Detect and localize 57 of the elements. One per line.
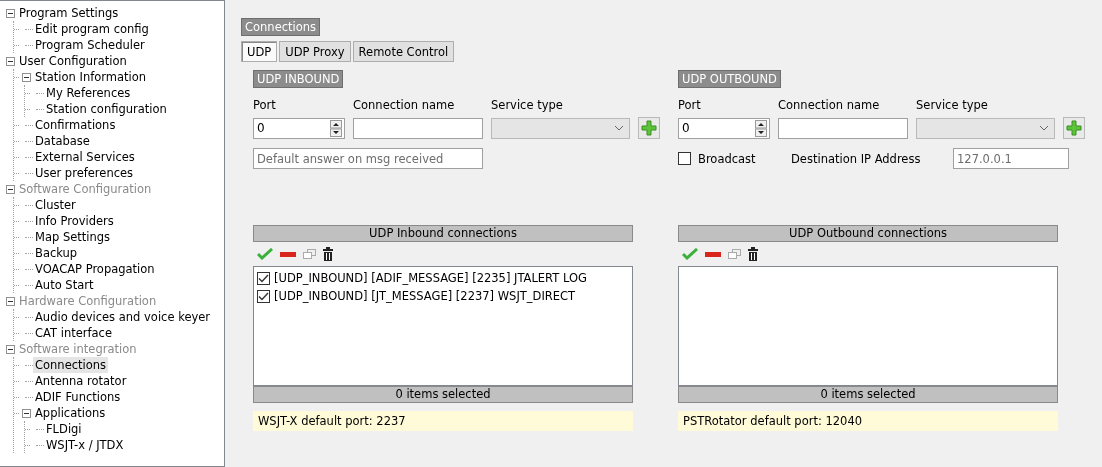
- tree-item[interactable]: Confirmations: [33, 117, 118, 133]
- tree-item[interactable]: Program Settings: [17, 5, 121, 21]
- tree-item[interactable]: Edit program config: [33, 21, 151, 37]
- tab[interactable]: Remote Control: [352, 41, 455, 62]
- hint-note: PSTRotator default port: 12040: [678, 411, 1058, 431]
- connection-name-field[interactable]: [778, 117, 908, 139]
- field-label: Service type: [916, 98, 989, 112]
- trash-icon[interactable]: [748, 247, 758, 261]
- checkbox[interactable]: [257, 271, 270, 285]
- tree-item[interactable]: External Services: [33, 149, 137, 165]
- field-label: Connection name: [778, 98, 881, 112]
- spin-arrows-icon[interactable]: [755, 119, 767, 137]
- answer-field[interactable]: Default answer on msg received: [253, 148, 483, 169]
- expander-icon[interactable]: [6, 56, 15, 66]
- tree-item[interactable]: User preferences: [33, 165, 136, 181]
- minus-icon[interactable]: [705, 251, 721, 257]
- panel-title: Connections: [241, 18, 321, 36]
- tree-item[interactable]: User Configuration: [17, 53, 129, 69]
- tree-item[interactable]: Station Information: [33, 69, 149, 85]
- section-label: UDP OUTBOUND: [678, 70, 781, 88]
- list-item[interactable]: [UDP_INBOUND] [ADIF_MESSAGE] [2235] JTALERT LOG: [274, 271, 587, 285]
- tab[interactable]: UDP: [241, 41, 278, 62]
- expander-icon[interactable]: [22, 72, 31, 82]
- tree-item[interactable]: Program Scheduler: [33, 37, 147, 53]
- selection-status: 0 items selected: [253, 386, 633, 403]
- chevron-down-icon: [1040, 125, 1048, 131]
- port-spinbox[interactable]: 0: [253, 117, 345, 139]
- tree-item[interactable]: My References: [44, 85, 133, 101]
- plus-icon: [641, 120, 657, 136]
- trash-icon[interactable]: [323, 247, 333, 261]
- checkbox[interactable]: [678, 152, 691, 165]
- connection-name-field[interactable]: [353, 117, 483, 139]
- field-label: Port: [678, 98, 702, 112]
- port-spinbox[interactable]: 0: [678, 117, 770, 139]
- hint-note: WSJT-X default port: 2237: [253, 411, 633, 431]
- minus-icon[interactable]: [280, 251, 296, 257]
- checkbox[interactable]: [257, 289, 270, 303]
- expander-icon[interactable]: [6, 8, 15, 18]
- field-label: Connection name: [353, 98, 456, 112]
- check-icon[interactable]: [257, 248, 273, 260]
- section-label: UDP INBOUND: [253, 70, 344, 88]
- list-header: UDP Outbound connections: [678, 225, 1058, 242]
- field-label: Service type: [491, 98, 564, 112]
- field-label: Destination IP Address: [791, 151, 922, 166]
- tree-item[interactable]: Database: [33, 133, 92, 149]
- plus-icon: [1066, 120, 1082, 136]
- tree-item[interactable]: Station configuration: [44, 101, 169, 117]
- check-icon[interactable]: [682, 248, 698, 260]
- ip-address-field[interactable]: 127.0.0.1: [953, 148, 1069, 169]
- spin-arrows-icon[interactable]: [330, 119, 342, 137]
- selection-status: 0 items selected: [678, 386, 1058, 403]
- list-header: UDP Inbound connections: [253, 225, 633, 242]
- checkbox-label: Broadcast: [698, 151, 757, 166]
- list-item[interactable]: [UDP_INBOUND] [JT_MESSAGE] [2237] WSJT_DIRECT: [274, 289, 576, 303]
- field-label: Port: [253, 98, 277, 112]
- chevron-down-icon: [615, 125, 623, 131]
- tab[interactable]: UDP Proxy: [279, 41, 351, 62]
